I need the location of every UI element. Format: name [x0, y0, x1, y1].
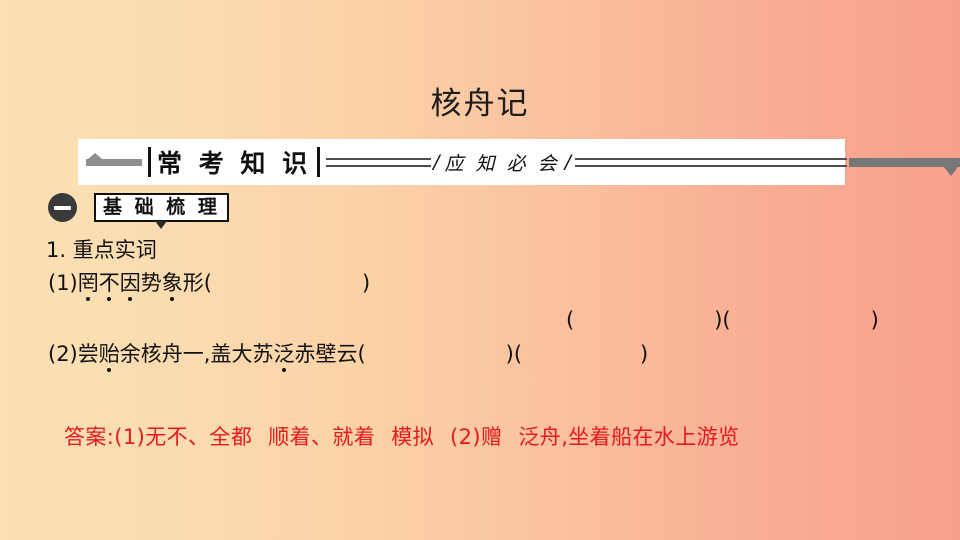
banner-sub-label: 应 知 必 会: [444, 152, 560, 175]
answer-part2-a: 赠: [481, 425, 503, 449]
question-item-2: (2)尝贻余核舟一,盖大苏泛赤壁云()(): [48, 342, 649, 372]
banner-rule-right: [575, 157, 848, 167]
banner: 常 考 知 识 / 应 知 必 会 /: [78, 139, 960, 185]
answer-part1-b: 顺着、就着: [268, 425, 376, 449]
extra-pair2-open: (: [722, 308, 731, 332]
q2-char-2: 贻: [98, 342, 120, 372]
banner-main-label: 常 考 知 识: [157, 149, 312, 178]
slide-canvas: 核舟记 常 考 知 识 / 应 知 必 会 / 基 础 梳 理 1. 重点实词 …: [0, 0, 960, 540]
page-title: 核舟记: [430, 86, 530, 122]
answer-part2-number: (2): [450, 425, 481, 449]
answer-part2-b: 泛舟,坐着船在水上游览: [518, 425, 740, 449]
banner-inner: 常 考 知 识 / 应 知 必 会 /: [78, 139, 960, 185]
answer-line: 答案:(1)无不、全都 顺着、就着 模拟 (2)赠 泛舟,坐着船在水上游览: [64, 421, 739, 451]
question-1-number: (1): [48, 271, 78, 295]
banner-divider-right: [317, 147, 321, 177]
extra-blanks-row: ()(): [566, 310, 879, 331]
up-triangle-icon: [86, 152, 142, 166]
q2-char-14: 云: [336, 342, 358, 366]
q2-char-10: 苏: [252, 342, 274, 366]
q2-char-13: 壁: [315, 342, 337, 366]
q2-pair1-close: ): [505, 342, 514, 366]
q2-char-11: 泛: [273, 342, 295, 372]
q2-char-3: 余: [119, 342, 141, 366]
q1-char-6: 形: [182, 271, 204, 295]
q1-paren-close: ): [361, 271, 371, 295]
q2-char-8: 盖: [210, 342, 232, 366]
answer-part1-a: 无不、全都: [145, 425, 253, 449]
answer-label: 答案:: [64, 425, 115, 449]
q1-char-5: 象: [161, 271, 183, 301]
minus-circle-icon[interactable]: [48, 193, 77, 223]
down-triangle-icon: [849, 157, 960, 176]
q1-char-4: 势: [140, 271, 162, 295]
question-2-number: (2): [48, 342, 78, 366]
q2-pair2-open: (: [513, 342, 523, 366]
q2-pair2-close: ): [640, 342, 649, 366]
answer-part1-number: (1): [114, 425, 146, 449]
section-label: 基 础 梳 理: [94, 193, 229, 230]
answer-part1-c: 模拟: [391, 425, 435, 449]
q2-char-6: 一: [182, 342, 204, 366]
extra-pair2-close: ): [870, 308, 879, 332]
q2-char-12: 赤: [294, 342, 316, 366]
extra-pair1-open: (: [566, 308, 575, 332]
banner-slash-left: /: [433, 151, 440, 173]
question-item-1: (1)罔不因势象形(): [48, 271, 371, 301]
q2-char-9: 大: [231, 342, 253, 366]
banner-rule-left: [326, 157, 432, 167]
q1-char-3: 因: [119, 271, 141, 301]
banner-divider-left: [148, 147, 151, 177]
q2-char-4: 核: [140, 342, 162, 366]
content-heading: 1. 重点实词: [46, 238, 157, 262]
banner-slash-right: /: [564, 151, 572, 173]
q2-char-1: 尝: [77, 342, 99, 366]
q1-char-1: 罔: [77, 271, 99, 301]
q1-char-2: 不: [98, 271, 120, 301]
section-heading: 基 础 梳 理: [48, 193, 229, 230]
q2-paren-open: (: [357, 342, 366, 366]
q1-paren-open: (: [203, 271, 212, 295]
q2-char-5: 舟: [161, 342, 183, 366]
